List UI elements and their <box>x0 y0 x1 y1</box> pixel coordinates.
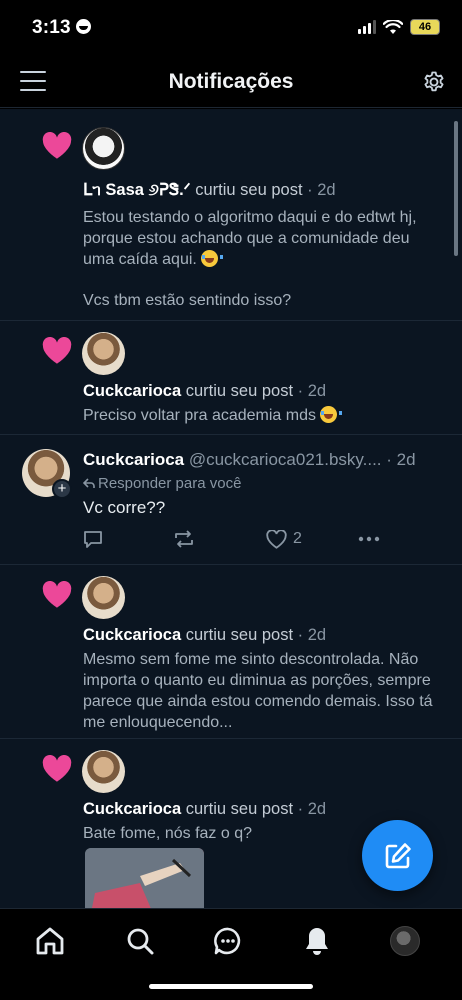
reply-arrow-icon <box>82 478 95 488</box>
more-dots-icon <box>358 536 380 542</box>
heart-icon <box>42 337 72 364</box>
repost-icon <box>175 530 193 548</box>
heart-icon <box>42 581 72 608</box>
post-text-line: Preciso voltar pra academia mds <box>83 407 316 424</box>
home-icon[interactable] <box>34 925 66 957</box>
pencil-square-icon <box>385 842 411 868</box>
reply-indicator: Responder para você <box>82 475 242 492</box>
crying-emoji-icon <box>201 250 224 267</box>
post-text: Mesmo sem fome me sinto descontrolada. N… <box>83 651 433 731</box>
app-header: Notificações <box>0 58 462 108</box>
reply-post[interactable]: + Cuckcarioca @cuckcarioca021.bsky.... ·… <box>0 435 462 565</box>
post-header: Cuckcarioca @cuckcarioca021.bsky.... · 2… <box>83 450 416 470</box>
status-time: 3:13 <box>32 17 91 39</box>
compose-button[interactable] <box>362 820 433 891</box>
time-ago: · 2d <box>302 181 336 199</box>
signal-icon <box>358 20 376 34</box>
crying-emoji-icon <box>320 406 343 423</box>
status-indicators: 46 <box>358 19 440 35</box>
notification-item[interactable]: Cuckcarioca curtiu seu post · 2d Preciso… <box>0 321 462 435</box>
repost-button[interactable] <box>173 527 195 551</box>
user-handle[interactable]: @cuckcarioca021.bsky.... <box>184 450 382 469</box>
heart-icon <box>42 755 72 782</box>
user-name[interactable]: Cuckcarioca <box>83 450 184 469</box>
heart-outline-icon <box>266 529 287 549</box>
user-name[interactable]: Cuckcarioca <box>83 800 181 818</box>
post-text: Preciso voltar pra academia mds <box>83 405 443 426</box>
user-name[interactable]: ᒪᥐ Sasa ୬ᕈᏕ.ᐟ <box>83 181 191 199</box>
profile-avatar[interactable] <box>390 926 420 956</box>
notification-header: Cuckcarioca curtiu seu post · 2d <box>83 800 326 819</box>
notification-header: Cuckcarioca curtiu seu post · 2d <box>83 382 326 401</box>
post-text-line: Estou testando o algoritmo daqui e do ed… <box>83 209 417 268</box>
time-ago: · 2d <box>293 382 327 400</box>
battery-indicator: 46 <box>410 19 440 35</box>
reply-to-text: Responder para você <box>98 475 242 492</box>
like-count: 2 <box>293 530 302 547</box>
notifications-feed[interactable]: ᒪᥐ Sasa ୬ᕈᏕ.ᐟ curtiu seu post · 2d Estou… <box>0 109 462 909</box>
action-text: curtiu seu post <box>181 800 294 818</box>
notification-item[interactable]: ᒪᥐ Sasa ୬ᕈᏕ.ᐟ curtiu seu post · 2d Estou… <box>0 109 462 321</box>
post-actions: 2 <box>83 527 383 551</box>
user-name[interactable]: Cuckcarioca <box>83 626 181 644</box>
page-title: Notificações <box>168 70 294 93</box>
avatar[interactable] <box>82 332 125 375</box>
search-icon[interactable] <box>124 925 156 957</box>
action-text: curtiu seu post <box>181 626 294 644</box>
heart-icon <box>42 132 72 159</box>
more-options-button[interactable] <box>358 527 380 551</box>
action-text: curtiu seu post <box>181 382 294 400</box>
gear-icon[interactable] <box>422 70 446 94</box>
post-text: Vc corre?? <box>83 498 166 517</box>
wifi-icon <box>383 19 403 34</box>
chat-icon[interactable] <box>212 925 244 957</box>
time-ago: · 2d <box>293 626 327 644</box>
follow-plus-icon[interactable]: + <box>52 479 72 499</box>
action-text: curtiu seu post <box>190 181 303 199</box>
comment-icon <box>84 530 102 548</box>
post-text: Estou testando o algoritmo daqui e do ed… <box>83 207 443 270</box>
time-ago: · 2d <box>293 800 327 818</box>
post-image[interactable] <box>85 848 204 909</box>
avatar[interactable] <box>82 576 125 619</box>
notification-header: Cuckcarioca curtiu seu post · 2d <box>83 626 326 645</box>
smile-icon <box>75 19 91 34</box>
status-bar: 3:13 46 <box>0 0 462 58</box>
notification-header: ᒪᥐ Sasa ୬ᕈᏕ.ᐟ curtiu seu post · 2d <box>83 180 336 200</box>
avatar[interactable] <box>82 127 125 170</box>
home-indicator <box>149 984 313 989</box>
bell-icon[interactable] <box>301 925 333 957</box>
notification-item[interactable]: Cuckcarioca curtiu seu post · 2d Mesmo s… <box>0 565 462 739</box>
reply-button[interactable] <box>83 527 103 551</box>
time-ago: · 2d <box>381 450 416 469</box>
avatar[interactable] <box>82 750 125 793</box>
status-time-text: 3:13 <box>32 17 71 38</box>
user-name[interactable]: Cuckcarioca <box>83 382 181 400</box>
post-text-second: Vcs tbm estão sentindo isso? <box>83 292 292 309</box>
image-content <box>85 848 204 909</box>
like-button[interactable]: 2 <box>266 527 302 551</box>
